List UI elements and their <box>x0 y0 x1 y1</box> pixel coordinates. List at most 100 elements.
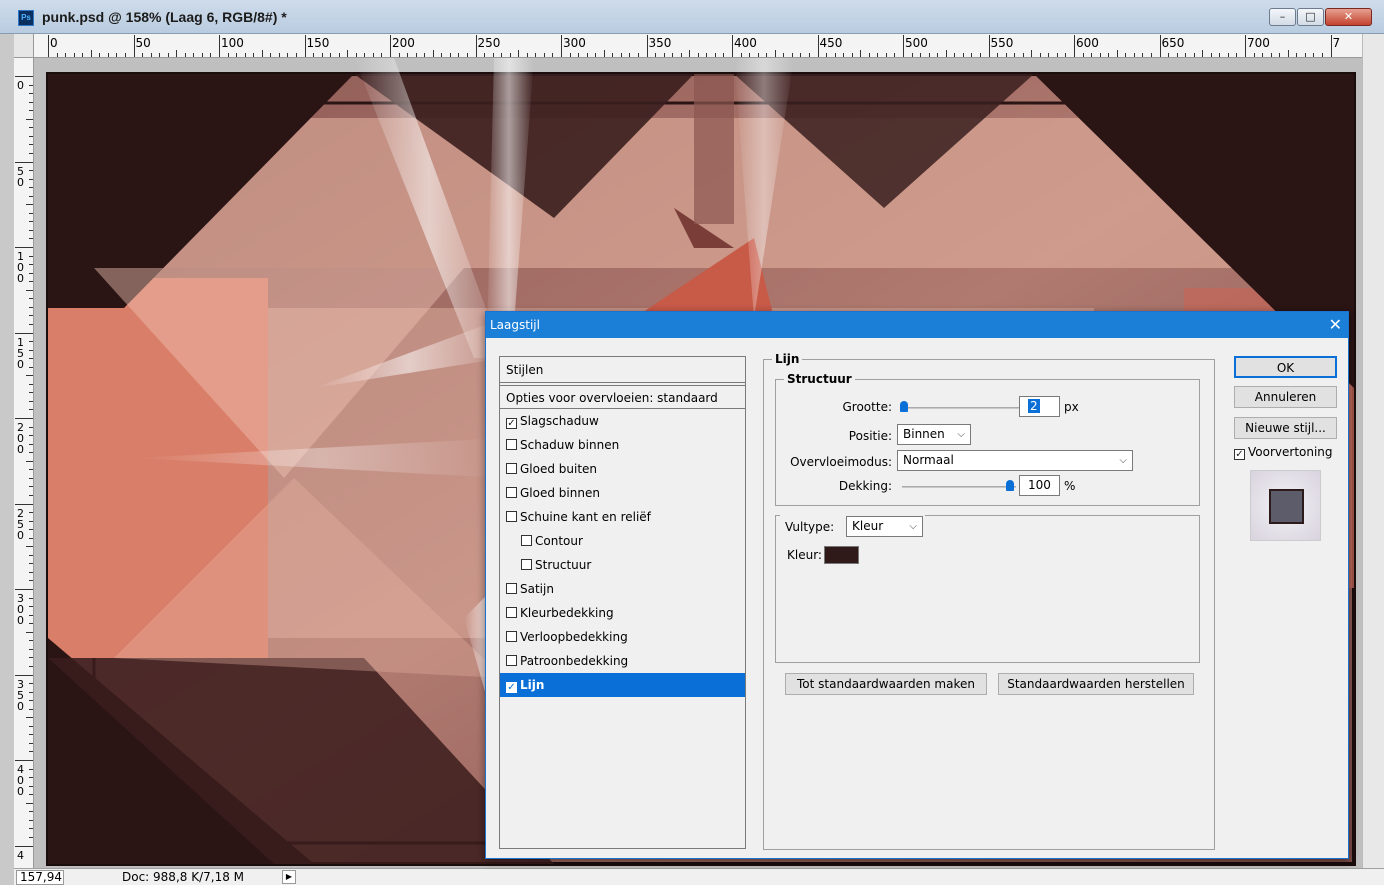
opacity-slider-track[interactable] <box>902 486 1016 488</box>
zoom-level-field[interactable]: 157,94 <box>16 870 64 885</box>
ruler-minor-tick <box>518 50 520 57</box>
ruler-minor-tick <box>826 53 828 57</box>
dialog-close-button[interactable]: ✕ <box>1329 312 1342 338</box>
status-menu-arrow-icon[interactable]: ▶ <box>282 870 296 884</box>
style-checkbox[interactable] <box>506 631 517 642</box>
style-item-label: Kleurbedekking <box>520 606 614 620</box>
blend-mode-label: Overvloeimodus: <box>790 455 892 469</box>
ruler-minor-tick <box>29 358 33 360</box>
ruler-minor-tick <box>29 409 33 411</box>
new-style-button[interactable]: Nieuwe stijl... <box>1234 417 1337 439</box>
make-default-button[interactable]: Tot standaardwaarden maken <box>785 673 987 695</box>
ruler-minor-tick <box>620 53 622 57</box>
cancel-button[interactable]: Annuleren <box>1234 386 1337 408</box>
blending-options-item[interactable]: Opties voor overvloeien: standaard <box>500 385 745 409</box>
style-item-kleurbedekking[interactable]: Kleurbedekking <box>500 601 745 625</box>
ruler-label: 7 <box>1332 36 1341 50</box>
styles-header[interactable]: Stijlen <box>500 357 745 383</box>
ruler-minor-tick <box>29 84 33 86</box>
ruler-minor-tick <box>432 50 434 57</box>
fill-type-select[interactable]: Kleur ⌵ <box>846 516 923 537</box>
style-checkbox[interactable]: ✓ <box>506 682 517 693</box>
style-checkbox[interactable] <box>506 607 517 618</box>
vertical-ruler[interactable]: 0 50 100 150 200 250 300 350 400 4 <box>14 58 34 868</box>
ruler-label: 250 <box>477 36 501 50</box>
style-item-patroonbedekking[interactable]: Patroonbedekking <box>500 649 745 673</box>
ruler-minor-tick <box>449 53 451 57</box>
size-input[interactable]: 2 <box>1019 396 1060 417</box>
opacity-slider-knob[interactable] <box>1006 480 1014 491</box>
status-bar: 157,94 Doc: 988,8 K/7,18 M ▶ <box>14 868 1384 885</box>
size-slider-knob[interactable] <box>900 401 908 412</box>
style-checkbox[interactable] <box>506 463 517 474</box>
ruler-major-tick <box>15 845 33 847</box>
vertical-scrollbar[interactable] <box>1362 34 1384 868</box>
style-item-satijn[interactable]: Satijn <box>500 577 745 601</box>
preview-toggle[interactable]: ✓ Voorvertoning <box>1234 445 1333 460</box>
style-checkbox[interactable] <box>521 535 532 546</box>
ruler-minor-tick <box>29 101 33 103</box>
preview-checkbox[interactable]: ✓ <box>1234 449 1245 460</box>
style-item-label: Satijn <box>520 582 554 596</box>
style-checkbox[interactable] <box>506 511 517 522</box>
structure-legend: Structuur <box>787 372 852 386</box>
style-item-structuur[interactable]: Structuur <box>500 553 745 577</box>
style-item-label: Schuine kant en reliëf <box>520 510 651 524</box>
stroke-color-swatch[interactable] <box>824 546 859 564</box>
ruler-major-tick <box>903 35 904 57</box>
reset-default-button[interactable]: Standaardwaarden herstellen <box>998 673 1194 695</box>
ruler-minor-tick <box>1279 53 1281 57</box>
maximize-button[interactable]: □ <box>1297 8 1324 26</box>
ruler-label: 4 <box>17 848 24 862</box>
ruler-minor-tick <box>868 53 870 57</box>
opacity-input[interactable]: 100 <box>1019 475 1060 496</box>
style-checkbox[interactable] <box>506 487 517 498</box>
style-checkbox[interactable]: ✓ <box>506 418 517 429</box>
ruler-minor-tick <box>1031 50 1033 57</box>
ruler-label: 0 <box>17 79 24 92</box>
document-titlebar[interactable]: Ps punk.psd @ 158% (Laag 6, RGB/8#) * – … <box>0 0 1384 34</box>
style-item-verloopbedekking[interactable]: Verloopbedekking <box>500 625 745 649</box>
ok-button[interactable]: OK <box>1234 356 1337 378</box>
style-item-label: Contour <box>535 534 583 548</box>
style-item-lijn[interactable]: ✓ Lijn <box>500 673 745 697</box>
style-item-schaduw-binnen[interactable]: Schaduw binnen <box>500 433 745 457</box>
ruler-minor-tick <box>29 477 33 479</box>
ruler-minor-tick <box>578 53 580 57</box>
blend-mode-select[interactable]: Normaal ⌵ <box>897 450 1133 471</box>
ruler-origin[interactable] <box>14 34 34 58</box>
minimize-button[interactable]: – <box>1269 8 1296 26</box>
ruler-minor-tick <box>29 469 33 471</box>
ruler-minor-tick <box>56 53 58 57</box>
ruler-minor-tick <box>1193 53 1195 57</box>
style-item-contour[interactable]: Contour <box>500 529 745 553</box>
ruler-minor-tick <box>1056 53 1058 57</box>
fill-type-legend-area: Vultype: Kleur ⌵ <box>780 515 925 539</box>
style-item-slagschaduw[interactable]: ✓ Slagschaduw <box>500 409 745 433</box>
close-window-button[interactable]: ✕ <box>1325 8 1372 26</box>
style-checkbox[interactable] <box>506 583 517 594</box>
size-slider-track[interactable] <box>902 407 1020 409</box>
style-checkbox[interactable] <box>506 439 517 450</box>
style-item-gloed-buiten[interactable]: Gloed buiten <box>500 457 745 481</box>
ruler-label: 350 <box>648 36 672 50</box>
ruler-minor-tick <box>774 50 776 57</box>
style-item-schuine-kant-en-reli-f[interactable]: Schuine kant en reliëf <box>500 505 745 529</box>
horizontal-ruler[interactable]: 0 50 100 150 200 250 300 350 400 450 500 550 600 650 7… <box>34 34 1368 58</box>
ruler-minor-tick <box>458 53 460 57</box>
style-checkbox[interactable] <box>521 559 532 570</box>
ruler-minor-tick <box>295 53 297 57</box>
ruler-minor-tick <box>65 53 67 57</box>
ruler-minor-tick <box>330 53 332 57</box>
dialog-titlebar[interactable]: Laagstijl ✕ <box>486 312 1348 338</box>
position-select[interactable]: Binnen ⌵ <box>897 424 971 445</box>
chevron-down-icon: ⌵ <box>909 521 917 532</box>
style-item-label: Lijn <box>520 678 545 692</box>
ruler-major-tick <box>390 35 391 57</box>
ruler-minor-tick <box>1048 53 1050 57</box>
style-item-gloed-binnen[interactable]: Gloed binnen <box>500 481 745 505</box>
ruler-minor-tick <box>29 700 33 702</box>
ruler-minor-tick <box>210 53 212 57</box>
style-checkbox[interactable] <box>506 655 517 666</box>
ruler-minor-tick <box>911 53 913 57</box>
